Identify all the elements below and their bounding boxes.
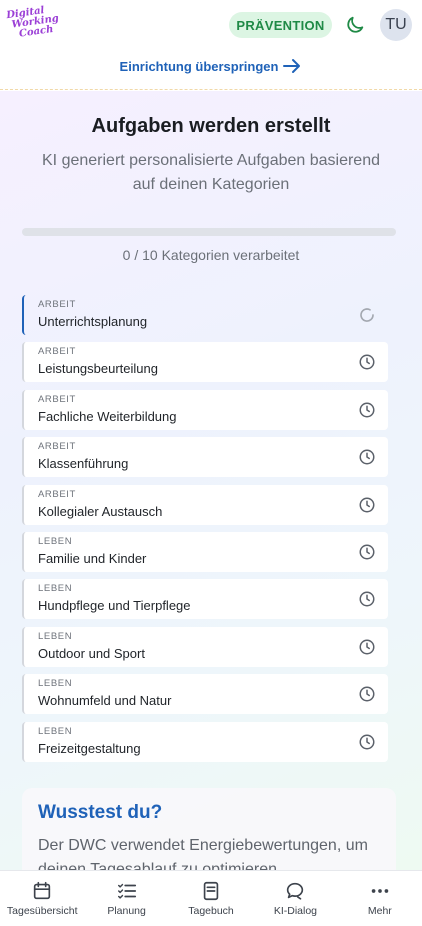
category-group: ARBEIT [38, 441, 76, 453]
category-item: LEBEN Freizeitgestaltung [22, 721, 388, 762]
page-title: Aufgaben werden erstellt [91, 115, 331, 137]
nav-label: Planung [107, 905, 146, 917]
category-item: LEBEN Wohnumfeld und Natur [22, 674, 388, 715]
app-logo[interactable]: Digital Working Coach [6, 5, 60, 45]
nav-item-tagesuebersicht[interactable]: Tagesübersicht [0, 871, 84, 926]
category-item: ARBEIT Fachliche Weiterbildung [22, 389, 388, 430]
arrow-right-icon [283, 59, 301, 73]
category-item: LEBEN Outdoor und Sport [22, 626, 388, 667]
clock-icon [359, 497, 375, 513]
tip-title: Wusstest du? [38, 802, 163, 823]
category-name: Familie und Kinder [38, 550, 147, 566]
category-name: Leistungsbeurteilung [38, 361, 158, 377]
checklist-icon [117, 883, 136, 899]
skip-setup-label: Einrichtung überspringen [119, 58, 279, 74]
page-subtitle: KI generiert personalisierte Aufgaben ba… [42, 152, 380, 193]
bottom-navigation: Tagesübersicht Planung Tagebuch KI-Dialo… [0, 870, 422, 926]
clock-icon [359, 402, 375, 418]
category-name: Freizeitgestaltung [38, 740, 141, 756]
clock-icon [359, 734, 375, 750]
category-group: LEBEN [38, 583, 73, 595]
nav-label: Mehr [367, 905, 392, 917]
nav-label: KI-Dialog [273, 905, 318, 917]
nav-item-mehr[interactable]: Mehr [338, 871, 422, 926]
more-icon [371, 889, 389, 893]
category-item: LEBEN Familie und Kinder [22, 531, 388, 572]
calendar-icon [34, 881, 51, 900]
book-icon [203, 881, 219, 901]
category-group: LEBEN [38, 630, 73, 642]
clock-icon [359, 544, 375, 560]
app-header: Digital Working Coach PRÄVENTION TU Einr… [0, 0, 422, 90]
nav-item-tagebuch[interactable]: Tagebuch [169, 871, 253, 926]
category-name: Wohnumfeld und Natur [38, 693, 172, 709]
clock-icon [359, 591, 375, 607]
category-group: LEBEN [38, 535, 73, 547]
category-group: ARBEIT [38, 488, 76, 500]
clock-icon [359, 354, 375, 370]
logo-line-3: Coach [18, 23, 55, 40]
clock-icon [359, 686, 375, 702]
category-name: Kollegialer Austausch [38, 503, 163, 519]
clock-icon [359, 449, 375, 465]
category-item: ARBEIT Klassenführung [22, 437, 388, 478]
progress-bar [22, 228, 396, 236]
tip-text: Der DWC verwendet Energiebewertungen, um… [38, 837, 368, 870]
user-avatar[interactable]: TU [380, 9, 412, 41]
category-name: Outdoor und Sport [38, 645, 145, 661]
progress-text: 0 / 10 Kategorien verarbeitet [122, 247, 300, 263]
skip-setup-link[interactable]: Einrichtung überspringen [0, 56, 422, 76]
category-name: Hundpflege und Tierpflege [38, 598, 191, 614]
category-item: ARBEIT Unterrichtsplanung [22, 295, 388, 335]
category-name: Unterrichtsplanung [38, 314, 148, 329]
category-item: ARBEIT Leistungsbeurteilung [22, 342, 388, 383]
clock-icon [359, 639, 375, 655]
chat-icon [287, 882, 304, 900]
category-group: LEBEN [38, 725, 73, 737]
category-name: Klassenführung [38, 456, 129, 472]
category-group: ARBEIT [38, 393, 76, 405]
category-name: Fachliche Weiterbildung [38, 408, 177, 424]
category-group: ARBEIT [38, 346, 76, 358]
prevention-badge[interactable]: PRÄVENTION [229, 12, 332, 38]
category-group: ARBEIT [38, 299, 76, 310]
category-group: LEBEN [38, 678, 73, 690]
loading-spinner-icon [360, 308, 374, 322]
did-you-know-card: Wusstest du? Der DWC verwendet Energiebe… [22, 788, 396, 870]
nav-label: Tagebuch [188, 905, 234, 917]
category-item: LEBEN Hundpflege und Tierpflege [22, 579, 388, 620]
task-generation-panel: Aufgaben werden erstellt KI generiert pe… [0, 91, 422, 870]
category-list: ARBEIT Unterrichtsplanung ARBEIT Leistun… [22, 295, 388, 769]
dark-mode-moon-icon[interactable] [344, 14, 366, 36]
nav-label: Tagesübersicht [6, 905, 78, 917]
nav-item-ki-dialog[interactable]: KI-Dialog [253, 871, 337, 926]
category-item: ARBEIT Kollegialer Austausch [22, 484, 388, 525]
nav-item-planung[interactable]: Planung [84, 871, 168, 926]
